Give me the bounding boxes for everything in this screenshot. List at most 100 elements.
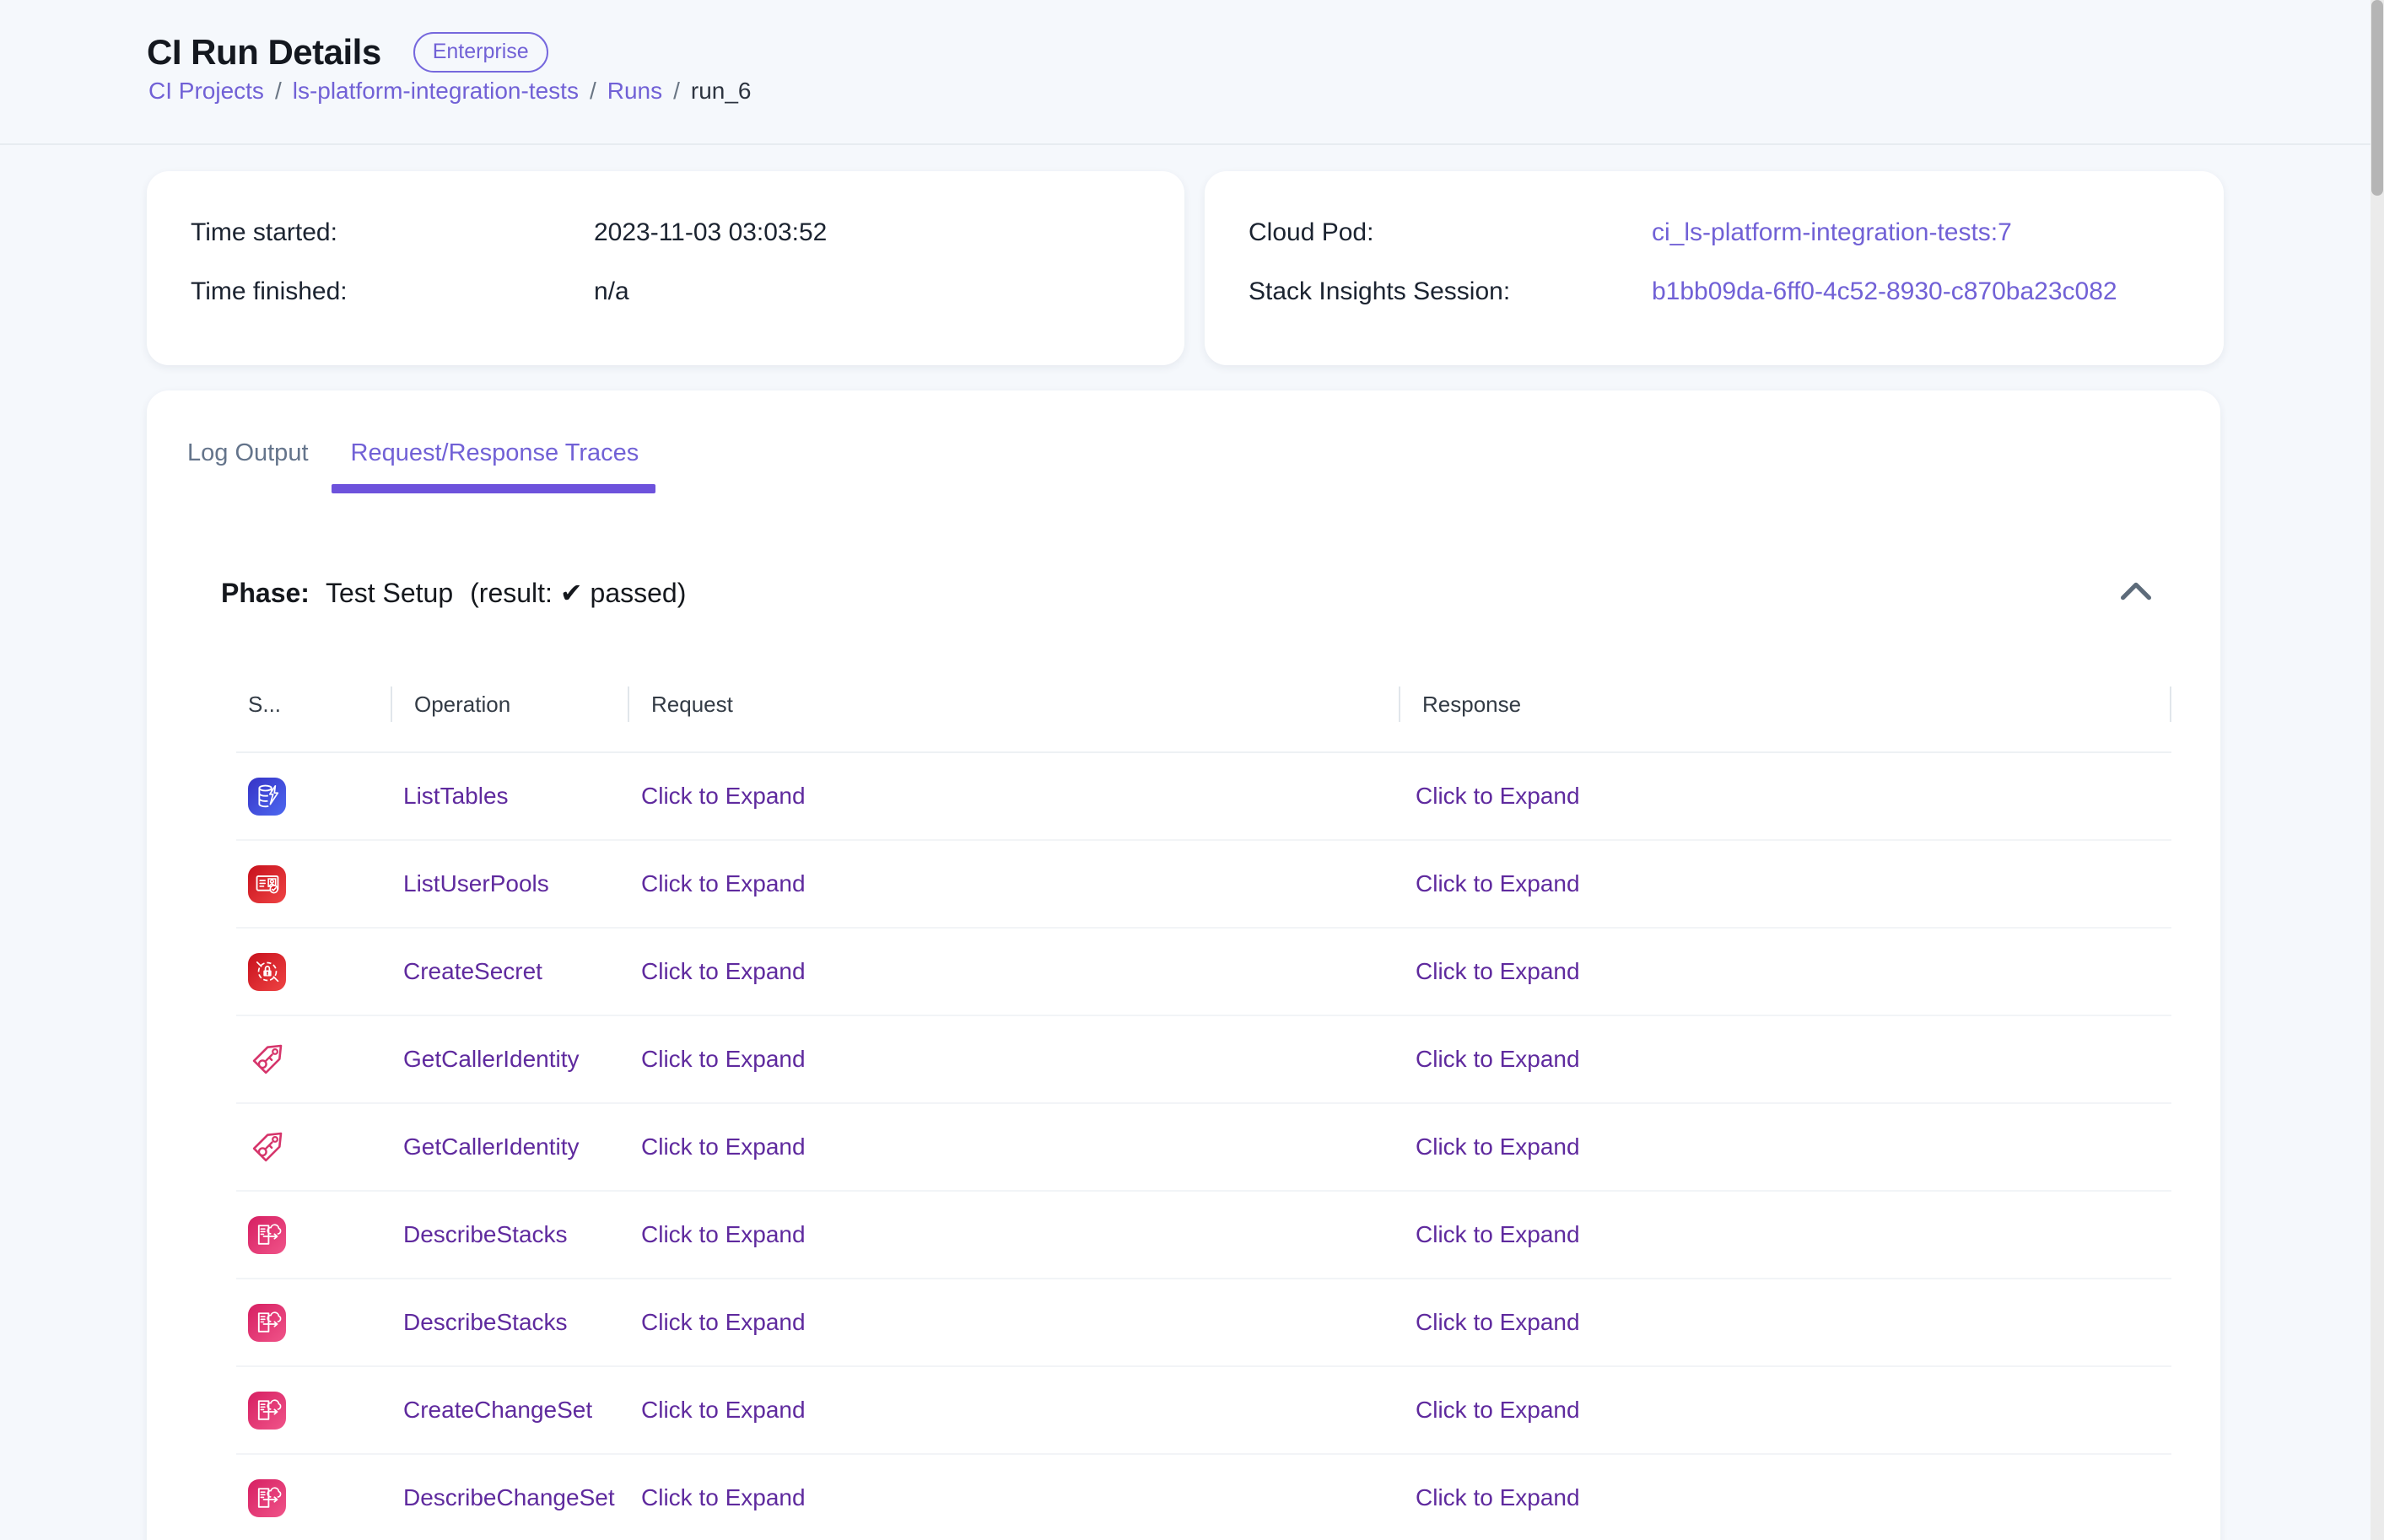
breadcrumb-separator: /	[673, 78, 680, 105]
operation-cell: CreateChangeSet	[391, 1397, 628, 1424]
request-expand-link[interactable]: Click to Expand	[641, 1397, 806, 1423]
request-expand-link[interactable]: Click to Expand	[641, 1046, 806, 1072]
phase-name: Test Setup	[326, 578, 453, 609]
response-cell: Click to Expand	[1399, 1484, 2171, 1511]
request-expand-link[interactable]: Click to Expand	[641, 1309, 806, 1335]
table-body: ListTables Click to Expand Click to Expa…	[236, 753, 2171, 1540]
request-cell: Click to Expand	[628, 1309, 1399, 1336]
cloudformation-icon	[253, 1308, 282, 1337]
response-expand-link[interactable]: Click to Expand	[1416, 1133, 1580, 1160]
request-cell: Click to Expand	[628, 1133, 1399, 1160]
tab-label: Log Output	[187, 439, 309, 467]
operation-link[interactable]: ListTables	[403, 783, 509, 809]
time-card: Time started: 2023-11-03 03:03:52 Time f…	[147, 171, 1184, 365]
request-expand-link[interactable]: Click to Expand	[641, 958, 806, 984]
breadcrumb-link: run_6	[691, 78, 752, 105]
table-row: GetCallerIdentity Click to Expand Click …	[236, 1104, 2171, 1192]
breadcrumb-link[interactable]: ls-platform-integration-tests	[293, 78, 579, 105]
card-row: Stack Insights Session: b1bb09da-6ff0-4c…	[1205, 262, 2224, 321]
header-request: Request	[628, 692, 1399, 735]
breadcrumb-item: run_6 /	[691, 78, 752, 105]
request-expand-link[interactable]: Click to Expand	[641, 1221, 806, 1247]
service-icon-tile	[248, 1392, 286, 1430]
phase-result: (result: ✔ passed)	[470, 577, 686, 609]
card-row: Cloud Pod: ci_ls-platform-integration-te…	[1205, 203, 2224, 262]
breadcrumb-link[interactable]: Runs	[607, 78, 662, 105]
response-expand-link[interactable]: Click to Expand	[1416, 783, 1580, 809]
operation-link[interactable]: ListUserPools	[403, 870, 549, 897]
breadcrumb: CI Projects / ls-platform-integration-te…	[148, 78, 752, 105]
breadcrumb-item: ls-platform-integration-tests /	[293, 78, 607, 105]
service-icon-tile	[248, 1216, 286, 1254]
response-expand-link[interactable]: Click to Expand	[1416, 870, 1580, 897]
tab-label: Request/Response Traces	[351, 439, 639, 467]
header-operation: Operation	[391, 692, 628, 735]
response-expand-link[interactable]: Click to Expand	[1416, 1484, 1580, 1510]
card-row-label: Time started:	[191, 218, 594, 247]
request-expand-link[interactable]: Click to Expand	[641, 1133, 806, 1160]
response-expand-link[interactable]: Click to Expand	[1416, 1397, 1580, 1423]
session-card: Cloud Pod: ci_ls-platform-integration-te…	[1205, 171, 2224, 365]
request-expand-link[interactable]: Click to Expand	[641, 783, 806, 809]
request-cell: Click to Expand	[628, 1046, 1399, 1073]
sts-icon	[248, 1128, 286, 1166]
table-row: ListTables Click to Expand Click to Expa…	[236, 753, 2171, 841]
card-row-label: Time finished:	[191, 277, 594, 306]
service-icon-tile	[248, 865, 286, 903]
response-expand-link[interactable]: Click to Expand	[1416, 1046, 1580, 1072]
cloudformation-icon	[253, 1483, 282, 1512]
cognito-icon	[253, 870, 282, 898]
column-divider	[628, 687, 629, 722]
response-cell: Click to Expand	[1399, 1221, 2171, 1248]
table-row: GetCallerIdentity Click to Expand Click …	[236, 1016, 2171, 1104]
session-card-body: Cloud Pod: ci_ls-platform-integration-te…	[1205, 171, 2224, 321]
response-expand-link[interactable]: Click to Expand	[1416, 1309, 1580, 1335]
breadcrumb-link[interactable]: CI Projects	[148, 78, 264, 105]
tab-request-response-traces[interactable]: Request/Response Traces	[330, 390, 661, 493]
operation-cell: ListUserPools	[391, 870, 628, 897]
service-icon-tile	[248, 1479, 286, 1517]
operation-link[interactable]: DescribeChangeSet	[403, 1484, 615, 1510]
card-row-value[interactable]: b1bb09da-6ff0-4c52-8930-c870ba23c082	[1652, 277, 2117, 306]
page-title: CI Run Details	[147, 32, 381, 73]
request-cell: Click to Expand	[628, 958, 1399, 985]
service-cell	[236, 1392, 391, 1430]
scrollbar-thumb[interactable]	[2371, 0, 2383, 196]
scrollbar-track[interactable]	[2371, 0, 2384, 1540]
response-expand-link[interactable]: Click to Expand	[1416, 958, 1580, 984]
breadcrumb-item: CI Projects /	[148, 78, 293, 105]
response-expand-link[interactable]: Click to Expand	[1416, 1221, 1580, 1247]
table-row: CreateSecret Click to Expand Click to Ex…	[236, 929, 2171, 1016]
response-cell: Click to Expand	[1399, 1397, 2171, 1424]
card-row-label: Cloud Pod:	[1249, 218, 1652, 247]
title-row: CI Run Details Enterprise	[147, 32, 548, 73]
response-cell: Click to Expand	[1399, 870, 2171, 897]
operation-link[interactable]: DescribeStacks	[403, 1309, 568, 1335]
operation-link[interactable]: CreateChangeSet	[403, 1397, 592, 1423]
request-cell: Click to Expand	[628, 783, 1399, 810]
page-header: CI Run Details Enterprise CI Projects / …	[0, 0, 2371, 145]
column-divider	[391, 687, 392, 722]
dynamodb-icon	[253, 782, 282, 810]
operation-link[interactable]: CreateSecret	[403, 958, 542, 984]
collapse-phase-button[interactable]	[2116, 571, 2156, 611]
breadcrumb-separator: /	[275, 78, 282, 105]
request-expand-link[interactable]: Click to Expand	[641, 870, 806, 897]
table-row: DescribeStacks Click to Expand Click to …	[236, 1192, 2171, 1279]
time-card-body: Time started: 2023-11-03 03:03:52 Time f…	[147, 171, 1184, 321]
header-response: Response	[1399, 692, 2171, 735]
secrets-manager-icon	[253, 957, 282, 986]
service-cell	[236, 1216, 391, 1254]
trace-table: S... Operation Request Response	[236, 675, 2171, 1540]
card-row-value[interactable]: ci_ls-platform-integration-tests:7	[1652, 218, 2012, 247]
card-row: Time started: 2023-11-03 03:03:52	[147, 203, 1184, 262]
operation-link[interactable]: GetCallerIdentity	[403, 1046, 580, 1072]
operation-link[interactable]: DescribeStacks	[403, 1221, 568, 1247]
request-expand-link[interactable]: Click to Expand	[641, 1484, 806, 1510]
enterprise-badge: Enterprise	[413, 32, 548, 73]
operation-link[interactable]: GetCallerIdentity	[403, 1133, 580, 1160]
table-row: DescribeChangeSet Click to Expand Click …	[236, 1455, 2171, 1540]
operation-cell: DescribeChangeSet	[391, 1484, 628, 1511]
tab-log-output[interactable]: Log Output	[166, 390, 330, 493]
service-cell	[236, 1479, 391, 1517]
